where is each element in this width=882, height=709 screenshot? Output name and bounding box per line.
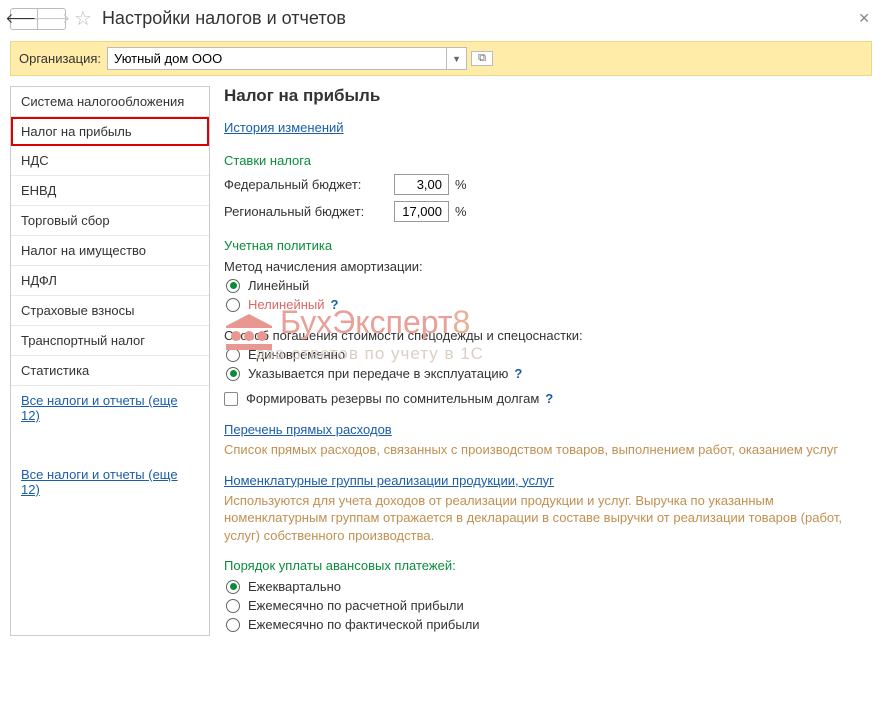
sidebar-item-transport-tax[interactable]: Транспортный налог — [11, 326, 209, 356]
amortization-nonlinear-radio[interactable] — [226, 298, 240, 312]
amortization-nonlinear-label: Нелинейный — [248, 297, 325, 312]
organization-open-button[interactable]: ⧉ — [471, 51, 493, 66]
close-icon[interactable]: ✕ — [858, 10, 870, 27]
sidebar-item-envd[interactable]: ЕНВД — [11, 176, 209, 206]
advance-section-title: Порядок уплаты авансовых платежей: — [224, 558, 858, 573]
doubtful-debts-checkbox[interactable] — [224, 392, 238, 406]
workwear-transfer-radio[interactable] — [226, 367, 240, 381]
policy-section-title: Учетная политика — [224, 238, 858, 253]
federal-budget-input[interactable] — [394, 174, 449, 195]
federal-budget-label: Федеральный бюджет: — [224, 177, 394, 192]
organization-input[interactable] — [107, 47, 447, 70]
sidebar-item-statistics[interactable]: Статистика — [11, 356, 209, 386]
sidebar-all-taxes-link[interactable]: Все налоги и отчеты (еще 12) — [11, 386, 209, 430]
sidebar-item-tax-system[interactable]: Система налогообложения — [11, 87, 209, 117]
sidebar-item-insurance[interactable]: Страховые взносы — [11, 296, 209, 326]
nomenclature-groups-description: Используются для учета доходов от реализ… — [224, 492, 858, 545]
direct-costs-description: Список прямых расходов, связанных с прои… — [224, 441, 858, 459]
regional-budget-label: Региональный бюджет: — [224, 204, 394, 219]
window-title: Настройки налогов и отчетов — [102, 8, 346, 29]
watermark-logo-icon — [224, 314, 274, 354]
history-link[interactable]: История изменений — [224, 120, 344, 135]
advance-monthly-actual-radio[interactable] — [226, 618, 240, 632]
sidebar-item-trade-fee[interactable]: Торговый сбор — [11, 206, 209, 236]
nomenclature-groups-link[interactable]: Номенклатурные группы реализации продукц… — [224, 473, 554, 488]
sidebar: Система налогообложения Налог на прибыль… — [10, 86, 210, 636]
organization-label: Организация: — [19, 51, 101, 66]
amortization-label: Метод начисления амортизации: — [224, 259, 858, 274]
workwear-label: Способ погашения стоимости спецодежды и … — [224, 328, 858, 343]
advance-quarterly-radio[interactable] — [226, 580, 240, 594]
sidebar-item-profit-tax[interactable]: Налог на прибыль — [11, 117, 209, 146]
sidebar-item-ndfl[interactable]: НДФЛ — [11, 266, 209, 296]
favorite-star-icon[interactable]: ☆ — [74, 6, 92, 31]
workwear-transfer-label: Указывается при передаче в эксплуатацию — [248, 366, 508, 381]
percent-label: % — [455, 204, 467, 219]
sidebar-item-vat[interactable]: НДС — [11, 146, 209, 176]
organization-bar: Организация: ▼ ⧉ — [10, 41, 872, 76]
advance-quarterly-label: Ежеквартально — [248, 579, 341, 594]
doubtful-debts-label: Формировать резервы по сомнительным долг… — [246, 391, 539, 406]
advance-monthly-calculated-radio[interactable] — [226, 599, 240, 613]
advance-monthly-calculated-label: Ежемесячно по расчетной прибыли — [248, 598, 464, 613]
advance-monthly-actual-label: Ежемесячно по фактической прибыли — [248, 617, 480, 632]
help-icon[interactable]: ? — [545, 391, 553, 406]
rates-section-title: Ставки налога — [224, 153, 858, 168]
organization-dropdown-button[interactable]: ▼ — [447, 47, 467, 70]
help-icon[interactable]: ? — [514, 366, 522, 381]
sidebar-item-property-tax[interactable]: Налог на имущество — [11, 236, 209, 266]
nav-forward-button[interactable]: 🡒 — [38, 8, 66, 30]
regional-budget-input[interactable] — [394, 201, 449, 222]
help-icon[interactable]: ? — [331, 297, 339, 312]
amortization-linear-label: Линейный — [248, 278, 309, 293]
percent-label: % — [455, 177, 467, 192]
amortization-linear-radio[interactable] — [226, 279, 240, 293]
direct-costs-link[interactable]: Перечень прямых расходов — [224, 422, 392, 437]
content-heading: Налог на прибыль — [224, 86, 858, 106]
sidebar-all-taxes-link-2[interactable]: Все налоги и отчеты (еще 12) — [11, 460, 209, 504]
